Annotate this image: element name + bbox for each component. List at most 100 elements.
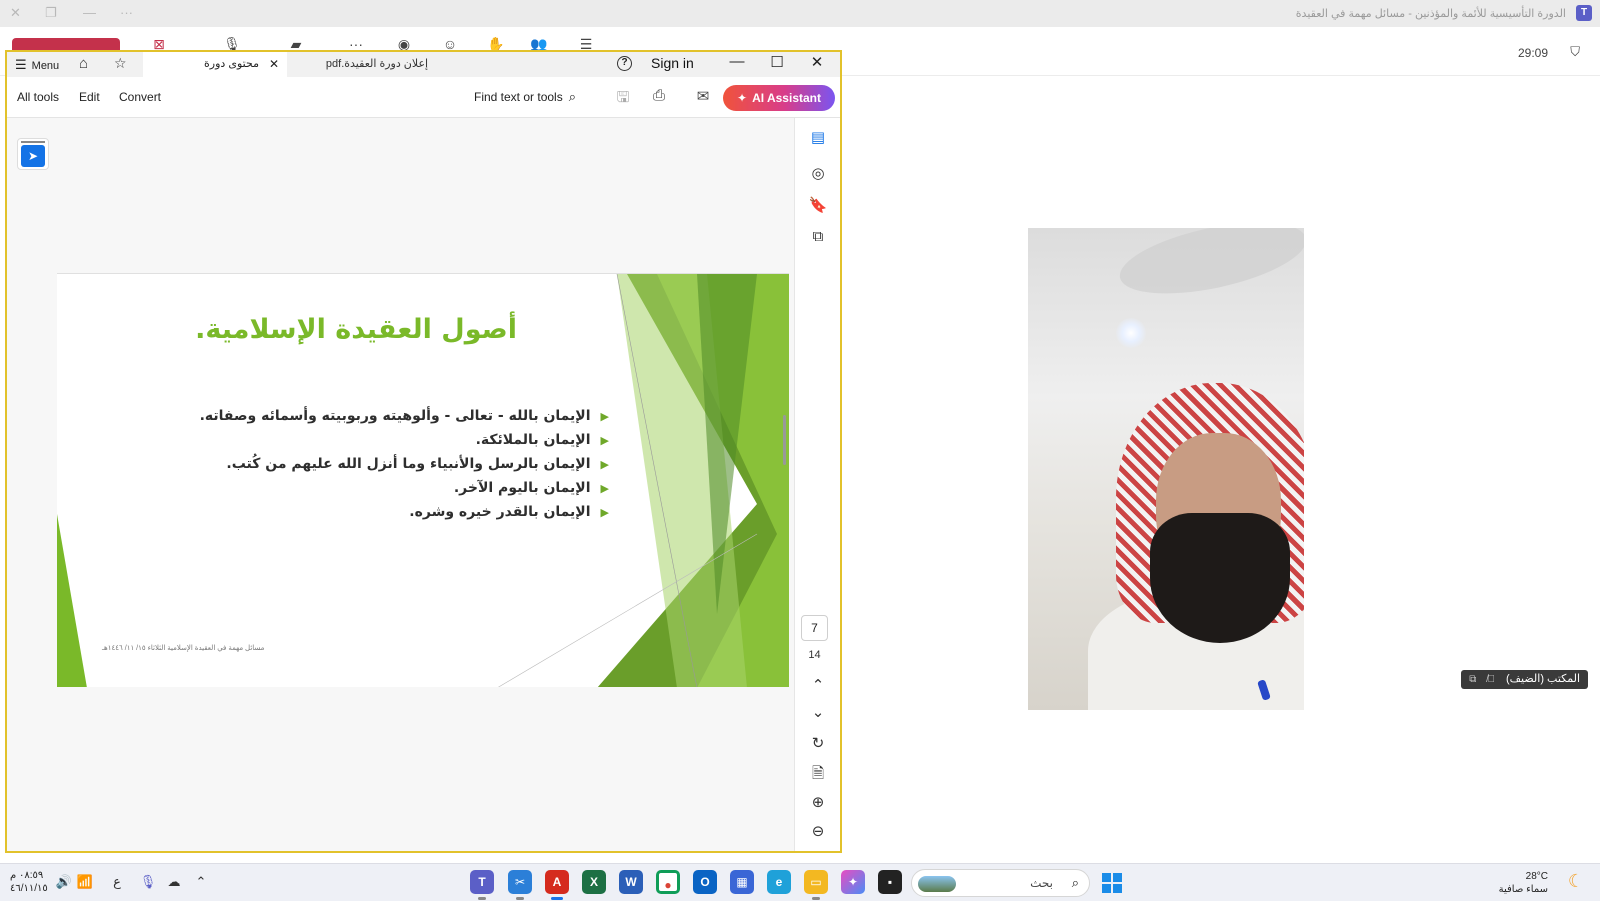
tab-label: إعلان دورة العقيدة.pdf — [325, 58, 429, 70]
zoom-out-icon[interactable]: ⊖ — [807, 822, 829, 840]
weather-widget[interactable]: 28°C سماء صافية — [1499, 870, 1548, 896]
slide-bullet: ▶ الإيمان بالله - تعالى - وألوهيته وربوبي… — [89, 404, 609, 428]
start-button[interactable] — [1102, 873, 1122, 893]
bullet-arrow-icon: ▶ — [600, 506, 609, 519]
shield-icon: ⛉ — [1570, 44, 1580, 59]
vertical-scrollbar[interactable] — [783, 415, 786, 465]
tab-document-content[interactable]: محتوى دورة العقيدة.pdf ✕ — [143, 52, 287, 95]
show-hidden-icons-icon[interactable]: ⌃ — [192, 874, 210, 890]
acrobat-window: ☰ Menu ⌂ ☆ محتوى دورة العقيدة.pdf ✕ إعلان… — [5, 50, 842, 853]
comment-icon[interactable]: ◎ — [807, 164, 829, 182]
ai-assistant-label: AI Assistant — [752, 91, 821, 105]
minimize-icon[interactable]: — — [727, 53, 747, 70]
weather-description: سماء صافية — [1498, 884, 1548, 895]
system-clock[interactable]: ٠٨:٥٩ م ٤٦/١١/١٥ — [10, 869, 48, 895]
acrobat-app-icon[interactable]: A — [545, 870, 569, 900]
slide-footer: مسائل مهمة في العقيدة الإسلامية الثلاثاء… — [102, 645, 265, 652]
ai-assistant-icon: ✦ — [737, 91, 748, 105]
search-icon: ⌕ — [568, 89, 576, 104]
ai-assistant-button[interactable]: ✦ AI Assistant — [723, 85, 835, 111]
select-tool-button[interactable]: ➤ — [17, 138, 49, 170]
taskbar-search[interactable]: بحث ⌕ — [911, 869, 1090, 897]
clock-date: ٤٦/١١/١٥ — [10, 883, 48, 894]
teams-title-bar: ✕ ❐ — ··· الدورة التأسيسية للأئمة والمؤذ… — [0, 0, 1600, 27]
excel-app-icon[interactable]: X — [582, 870, 606, 894]
microphone-icon[interactable]: 🎙 — [139, 874, 157, 890]
teams-logo-icon: T — [1576, 5, 1592, 21]
star-icon[interactable]: ☆ — [114, 55, 127, 72]
bullet-text: الإيمان بالقدر خيره وشره. — [409, 504, 591, 520]
pages-icon[interactable]: ⧉ — [807, 228, 829, 245]
more-options-icon[interactable]: ··· — [120, 5, 133, 20]
print-icon[interactable]: ⎙ — [649, 87, 669, 104]
find-tools-search[interactable]: Find text or tools ⌕ — [474, 89, 576, 105]
search-icon: ⌕ — [1071, 875, 1079, 890]
store-app-icon[interactable]: ▦ — [730, 870, 754, 894]
snipping-app-icon[interactable]: ✂ — [508, 870, 532, 900]
beard — [1150, 513, 1290, 643]
slide-bullet: ▶ الإيمان بالملائكة. — [89, 428, 609, 452]
sign-in-link[interactable]: Sign in — [651, 55, 694, 71]
clock-time: ٠٨:٥٩ م — [10, 870, 44, 881]
document-viewport[interactable]: ➤ أصول العقيدة الإسلامية. ▶ الإيمان بالله… — [7, 118, 794, 851]
participant-video[interactable] — [1028, 228, 1304, 710]
rotate-icon[interactable]: ↻ — [807, 734, 829, 752]
windows-taskbar: ٠٨:٥٩ م ٤٦/١١/١٥ 🔊 📶 ع 🎙 ☁ ⌃ T ✂ A X W ●… — [0, 863, 1600, 901]
edit-button[interactable]: Edit — [79, 90, 100, 104]
bullet-arrow-icon: ▶ — [600, 482, 609, 495]
slide-bullet-list: ▶ الإيمان بالله - تعالى - وألوهيته وربوبي… — [89, 404, 609, 524]
chrome-app-icon[interactable]: ● — [656, 870, 680, 894]
pdf-slide-page: أصول العقيدة الإسلامية. ▶ الإيمان بالله -… — [57, 273, 789, 687]
close-icon[interactable]: ✕ — [10, 5, 21, 21]
close-window-icon[interactable]: ✕ — [807, 53, 827, 71]
cursor-arrow-icon: ➤ — [21, 145, 45, 167]
email-icon[interactable]: ✉ — [693, 87, 713, 105]
input-language[interactable]: ع — [108, 874, 126, 890]
help-icon[interactable]: ? — [617, 56, 632, 71]
bullet-text: الإيمان بالملائكة. — [475, 432, 591, 448]
slide-title: أصول العقيدة الإسلامية. — [195, 314, 517, 345]
outlook-app-icon[interactable]: O — [693, 870, 717, 894]
minimize-icon[interactable]: — — [83, 5, 96, 20]
bullet-arrow-icon: ▶ — [600, 458, 609, 471]
onedrive-icon[interactable]: ☁ — [165, 874, 183, 890]
start-tile — [1102, 884, 1111, 893]
acrobat-tab-bar: ☰ Menu ⌂ ☆ محتوى دورة العقيدة.pdf ✕ إعلان… — [7, 52, 840, 95]
convert-button[interactable]: Convert — [119, 90, 161, 104]
chevron-down-icon[interactable]: ⌄ — [807, 703, 829, 721]
teams-app-icon[interactable]: T — [470, 870, 494, 900]
ceiling-fan — [1113, 228, 1304, 308]
maximize-icon[interactable]: ☐ — [767, 53, 787, 71]
bookmark-icon[interactable]: 🔖 — [807, 196, 829, 214]
restore-icon[interactable]: ❐ — [45, 5, 57, 21]
menu-label: Menu — [31, 60, 60, 72]
all-tools-button[interactable]: All tools — [17, 90, 59, 104]
home-icon[interactable]: ⌂ — [79, 55, 88, 72]
start-tile — [1102, 873, 1111, 882]
acrobat-toolbar: All tools Edit Convert Find text or tool… — [7, 77, 840, 118]
current-page-input[interactable]: 7 — [801, 615, 828, 641]
hamburger-icon: ☰ — [15, 57, 27, 72]
chevron-up-icon[interactable]: ⌃ — [807, 676, 829, 694]
tab-document-announcement[interactable]: إعلان دورة العقيدة.pdf — [297, 52, 457, 77]
page-settings-icon[interactable]: 🗎 — [807, 763, 829, 788]
tool-handle — [21, 141, 45, 143]
save-icon[interactable]: 🖫 — [613, 87, 633, 112]
slide-bullet: ▶ الإيمان بالقدر خيره وشره. — [89, 500, 609, 524]
ai-summary-icon[interactable]: ▤ — [807, 128, 829, 146]
copilot-app-icon[interactable]: ✦ — [841, 870, 865, 894]
file-explorer-app-icon[interactable]: ▭ — [804, 870, 828, 900]
wifi-icon[interactable]: 📶 — [76, 874, 94, 890]
find-placeholder: Find text or tools — [474, 90, 563, 104]
menu-button[interactable]: ☰ Menu — [15, 56, 59, 74]
edge-app-icon[interactable]: e — [767, 870, 791, 894]
zoom-in-icon[interactable]: ⊕ — [807, 793, 829, 811]
volume-icon[interactable]: 🔊 — [55, 874, 73, 890]
bullet-arrow-icon: ▶ — [600, 434, 609, 447]
close-tab-icon[interactable]: ✕ — [269, 52, 279, 77]
ceiling-light — [1116, 318, 1146, 348]
word-app-icon[interactable]: W — [619, 870, 643, 894]
meeting-title: الدورة التأسيسية للأئمة والمؤذنين - مسائ… — [1295, 8, 1566, 20]
participant-name-badge: المكتب (الضيف) 🎙̸ ⧉ — [1461, 670, 1588, 689]
terminal-app-icon[interactable]: ▪ — [878, 870, 902, 894]
